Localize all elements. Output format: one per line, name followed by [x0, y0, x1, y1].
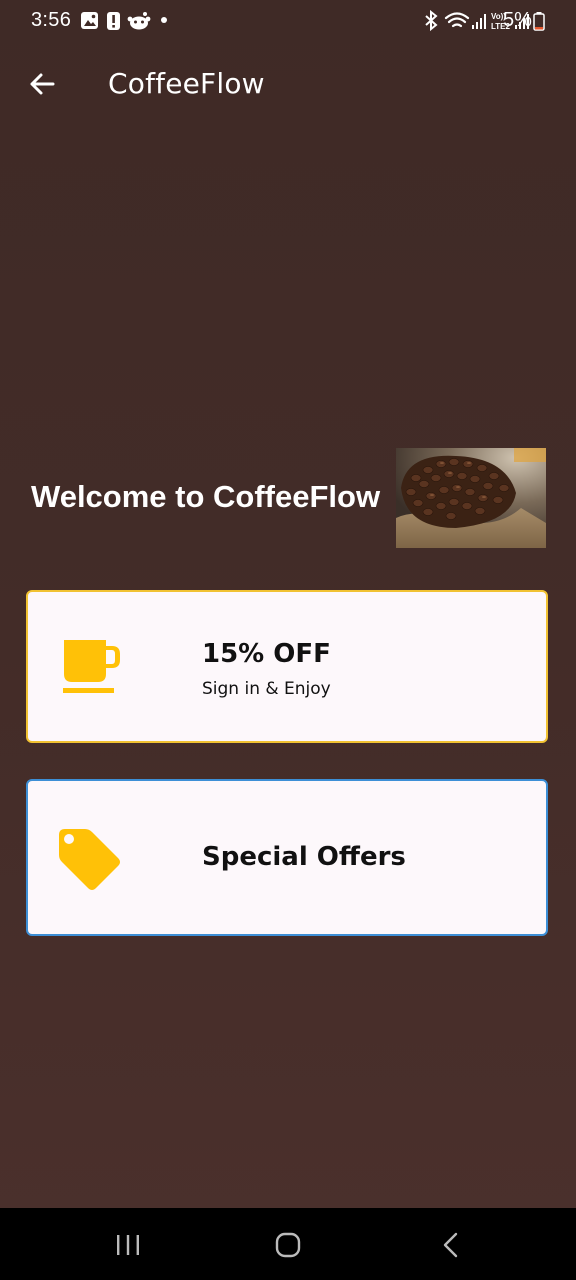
discount-subtitle: Sign in & Enjoy — [202, 679, 331, 699]
system-nav-bar — [0, 1208, 576, 1280]
back-icon — [443, 1232, 458, 1258]
app-bar: CoffeeFlow — [0, 44, 576, 124]
wifi-icon — [444, 12, 470, 28]
status-time: 3:56 — [31, 9, 72, 31]
coffee-cup-icon — [63, 640, 120, 693]
status-bar: 3:56 Vo)) LTE2 5% — [0, 0, 576, 44]
reddit-icon — [127, 12, 151, 30]
coffee-beans-image — [396, 448, 546, 548]
battery-percent: 5% — [503, 9, 532, 31]
battery-icon — [533, 12, 545, 31]
bluetooth-icon — [425, 9, 438, 32]
dot-icon — [161, 17, 167, 23]
discount-title: 15% OFF — [202, 639, 331, 669]
special-offers-card[interactable]: Special Offers — [26, 779, 548, 936]
recent-apps-icon — [117, 1235, 139, 1255]
home-icon — [275, 1232, 301, 1258]
alert-icon — [107, 12, 120, 30]
back-button[interactable] — [22, 64, 62, 104]
welcome-section: Welcome to CoffeeFlow — [0, 448, 576, 548]
recent-apps-button[interactable] — [108, 1230, 148, 1260]
notification-icons — [80, 10, 175, 32]
signal-icon — [472, 14, 486, 29]
special-offers-title: Special Offers — [202, 842, 406, 872]
nav-back-button[interactable] — [430, 1230, 470, 1260]
app-title: CoffeeFlow — [108, 67, 265, 100]
image-icon — [81, 12, 98, 29]
tag-icon — [59, 829, 120, 890]
welcome-heading: Welcome to CoffeeFlow — [31, 479, 381, 514]
arrow-left-icon — [30, 73, 55, 95]
discount-card[interactable]: 15% OFF Sign in & Enjoy — [26, 590, 548, 743]
home-button[interactable] — [268, 1230, 308, 1260]
